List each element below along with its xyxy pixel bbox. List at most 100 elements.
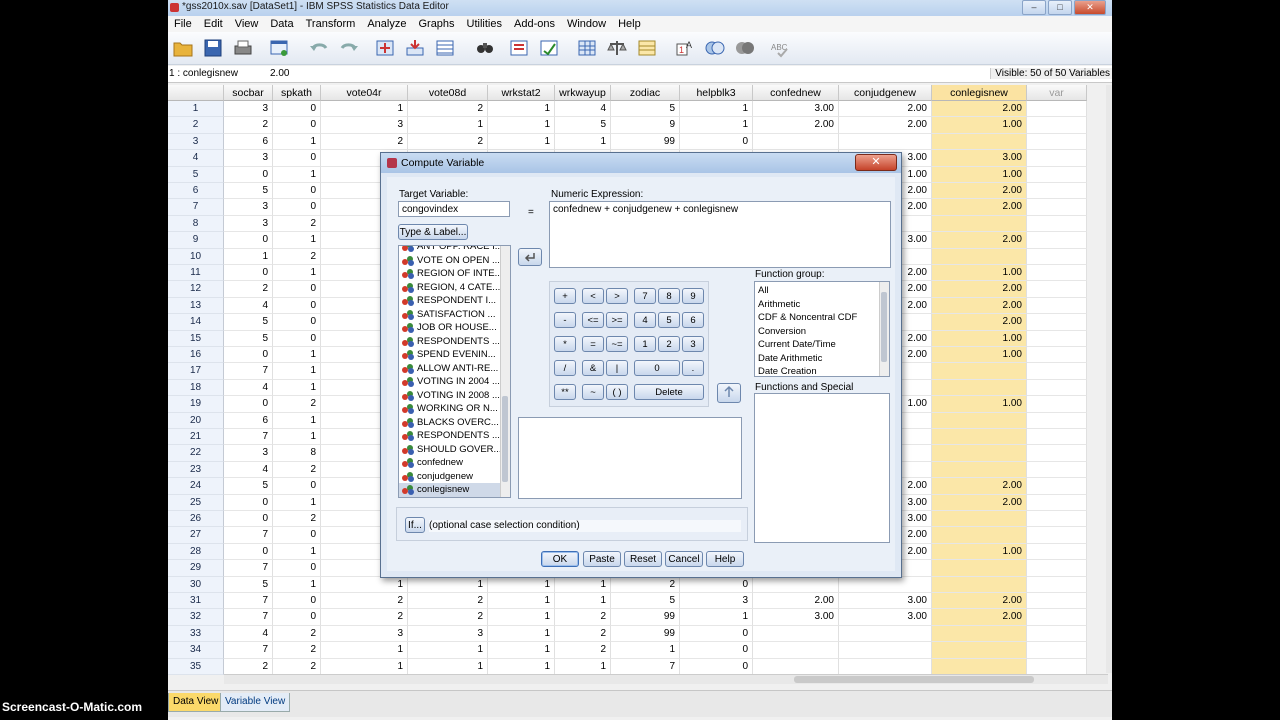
- data-cell[interactable]: 1.00: [932, 396, 1027, 413]
- data-cell[interactable]: [1027, 412, 1087, 429]
- data-cell[interactable]: 4: [555, 101, 611, 118]
- row-header[interactable]: 2: [168, 117, 224, 134]
- move-function-arrow[interactable]: [717, 383, 741, 403]
- menu-data[interactable]: Data: [264, 16, 299, 32]
- menu-help[interactable]: Help: [612, 16, 647, 32]
- keypad-key[interactable]: 0: [634, 360, 680, 376]
- data-cell[interactable]: 1.00: [932, 117, 1027, 134]
- data-cell[interactable]: 5: [555, 117, 611, 134]
- variable-list[interactable]: ANY OPP. RACE I... VOTE ON OPEN ... REGION…: [398, 245, 511, 498]
- menu-edit[interactable]: Edit: [198, 16, 229, 32]
- data-cell[interactable]: 2.00: [932, 101, 1027, 118]
- data-cell[interactable]: 1: [488, 576, 555, 593]
- data-cell[interactable]: 0: [273, 183, 321, 200]
- data-cell[interactable]: 2: [224, 658, 273, 675]
- keypad-key[interactable]: >=: [606, 312, 628, 328]
- data-cell[interactable]: [1027, 396, 1087, 413]
- data-cell[interactable]: 1: [408, 658, 488, 675]
- data-cell[interactable]: [1027, 478, 1087, 495]
- data-cell[interactable]: [932, 215, 1027, 233]
- column-header-zodiac[interactable]: zodiac: [611, 85, 680, 101]
- data-cell[interactable]: 2.00: [932, 183, 1027, 200]
- data-cell[interactable]: [932, 379, 1027, 397]
- keypad-key[interactable]: 2: [658, 336, 680, 352]
- data-cell[interactable]: 3.00: [932, 150, 1027, 167]
- data-cell[interactable]: 0: [273, 478, 321, 495]
- keypad-key[interactable]: <: [582, 288, 604, 304]
- show-all-variables-icon[interactable]: [734, 38, 756, 58]
- find-icon[interactable]: [474, 38, 496, 58]
- use-sets-icon[interactable]: [704, 38, 726, 58]
- data-cell[interactable]: [932, 248, 1027, 265]
- data-cell[interactable]: 3.00: [753, 101, 839, 118]
- keypad-key[interactable]: Delete: [634, 384, 704, 400]
- function-group-item[interactable]: Conversion: [755, 325, 889, 339]
- function-group-item[interactable]: Date Arithmetic: [755, 352, 889, 366]
- data-cell[interactable]: 2: [555, 625, 611, 643]
- data-cell[interactable]: 1.00: [932, 347, 1027, 364]
- data-cell[interactable]: [1027, 543, 1087, 561]
- tab-variable-view[interactable]: Variable View: [220, 693, 291, 712]
- column-header-vote08d[interactable]: vote08d: [408, 85, 488, 101]
- data-cell[interactable]: 7: [224, 560, 273, 577]
- row-header[interactable]: 8: [168, 215, 224, 233]
- data-cell[interactable]: 7: [224, 429, 273, 446]
- column-header-vote04r[interactable]: vote04r: [321, 85, 408, 101]
- data-cell[interactable]: 2.00: [932, 281, 1027, 298]
- data-cell[interactable]: 0: [224, 543, 273, 561]
- variable-list-item[interactable]: JOB OR HOUSE...: [399, 321, 510, 335]
- data-cell[interactable]: 1: [555, 593, 611, 610]
- data-cell[interactable]: 1: [488, 101, 555, 118]
- data-cell[interactable]: 3: [224, 101, 273, 118]
- function-group-list[interactable]: All Arithmetic CDF & Noncentral CDF Convers…: [754, 281, 890, 377]
- data-cell[interactable]: 0: [273, 314, 321, 331]
- data-cell[interactable]: 99: [611, 609, 680, 626]
- data-cell[interactable]: 0: [273, 281, 321, 298]
- data-cell[interactable]: 5: [224, 330, 273, 347]
- variable-list-item[interactable]: ANY OPP. RACE I...: [399, 246, 510, 254]
- data-cell[interactable]: 1: [488, 117, 555, 134]
- data-cell[interactable]: 1: [488, 133, 555, 151]
- data-cell[interactable]: 2.00: [932, 609, 1027, 626]
- row-header[interactable]: 14: [168, 314, 224, 331]
- data-cell[interactable]: 2.00: [932, 199, 1027, 216]
- variable-list-item[interactable]: BLACKS OVERC...: [399, 416, 510, 430]
- data-cell[interactable]: 0: [273, 527, 321, 544]
- keypad-key[interactable]: -: [554, 312, 576, 328]
- row-header[interactable]: 12: [168, 281, 224, 298]
- data-cell[interactable]: 2: [273, 248, 321, 265]
- variable-list-item[interactable]: RESPONDENTS ...: [399, 335, 510, 349]
- keypad-key[interactable]: 3: [682, 336, 704, 352]
- data-cell[interactable]: 2: [273, 658, 321, 675]
- keypad-key[interactable]: <=: [582, 312, 604, 328]
- variable-list-item[interactable]: SATISFACTION ...: [399, 308, 510, 322]
- data-cell[interactable]: 6: [224, 133, 273, 151]
- row-header[interactable]: 16: [168, 347, 224, 364]
- cell-value-field[interactable]: 2.00: [270, 68, 289, 79]
- variable-list-item[interactable]: RESPONDENT I...: [399, 294, 510, 308]
- data-cell[interactable]: 3: [224, 150, 273, 167]
- row-header[interactable]: 9: [168, 232, 224, 249]
- data-cell[interactable]: 0: [273, 609, 321, 626]
- data-cell[interactable]: [1027, 560, 1087, 577]
- row-header[interactable]: 17: [168, 363, 224, 380]
- data-cell[interactable]: 2.00: [839, 117, 932, 134]
- data-cell[interactable]: 2: [408, 609, 488, 626]
- data-cell[interactable]: 1: [273, 429, 321, 446]
- data-cell[interactable]: [1027, 347, 1087, 364]
- print-icon[interactable]: [232, 38, 254, 58]
- data-cell[interactable]: [1027, 248, 1087, 265]
- data-cell[interactable]: 2: [224, 281, 273, 298]
- keypad-key[interactable]: 1: [634, 336, 656, 352]
- data-cell[interactable]: 0: [680, 658, 753, 675]
- data-cell[interactable]: [1027, 461, 1087, 479]
- data-cell[interactable]: 2: [408, 133, 488, 151]
- data-cell[interactable]: 4: [224, 379, 273, 397]
- data-cell[interactable]: [753, 658, 839, 675]
- variable-list-item[interactable]: RESPONDENTS ...: [399, 429, 510, 443]
- data-cell[interactable]: [1027, 232, 1087, 249]
- variable-list-item[interactable]: VOTING IN 2008 ...: [399, 389, 510, 403]
- data-cell[interactable]: 3.00: [839, 593, 932, 610]
- row-header[interactable]: 1: [168, 101, 224, 118]
- keypad-key[interactable]: |: [606, 360, 628, 376]
